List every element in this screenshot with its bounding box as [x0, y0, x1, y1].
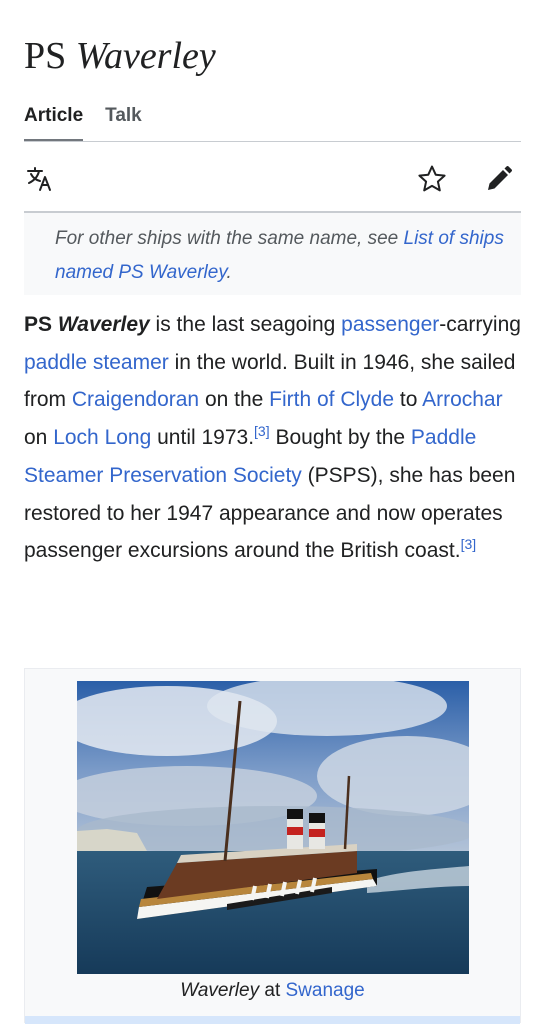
lead-text: -carrying [439, 313, 521, 336]
figure-caption: Waverley at Swanage [25, 973, 520, 1009]
page-actions-toolbar [24, 154, 521, 202]
link-craigendoran[interactable]: Craigendoran [72, 388, 199, 411]
caption-italic: Waverley [180, 980, 260, 1001]
hatnote-end: . [226, 262, 232, 283]
title-prefix: PS [24, 35, 67, 77]
lead-text: Bought by the [269, 426, 411, 450]
lead-text: is the last seagoing [149, 313, 342, 336]
link-paddle-steamer[interactable]: paddle steamer [24, 351, 169, 374]
translate-icon [26, 166, 56, 192]
lead-text: on the [199, 388, 270, 412]
lead-paragraph: PS Waverley is the last seagoing passeng… [24, 306, 521, 570]
lead-subject-prefix: PS [24, 313, 58, 336]
thumbnail-figure: Waverley at Swanage [24, 668, 521, 1024]
lead-text: until 1973. [151, 426, 255, 450]
tab-article[interactable]: Article [24, 104, 84, 142]
link-passenger[interactable]: passenger [341, 313, 439, 336]
lead-text: to [394, 388, 423, 412]
hatnote-text: For other ships with the same name, see [55, 228, 404, 249]
caption-text: at [259, 980, 286, 1001]
star-icon [417, 164, 447, 194]
lead-subject-name: Waverley [57, 313, 150, 336]
link-arrochar[interactable]: Arrochar [422, 388, 503, 411]
page-title: PS Waverley [24, 30, 216, 82]
reference-link[interactable]: [3] [461, 536, 477, 552]
hatnote: For other ships with the same name, see … [24, 213, 521, 295]
title-italic: Waverley [75, 35, 216, 77]
language-button[interactable] [24, 162, 58, 196]
link-firth-of-clyde[interactable]: Firth of Clyde [269, 388, 394, 411]
link-swanage[interactable]: Swanage [286, 980, 365, 1001]
tabs-divider [24, 141, 521, 142]
namespace-tabs: Article Talk [24, 104, 164, 142]
ship-photo[interactable] [77, 681, 469, 974]
lead-subject: PS Waverley [24, 313, 150, 336]
tab-talk[interactable]: Talk [105, 104, 142, 142]
pencil-icon [485, 165, 513, 193]
edit-button[interactable] [482, 162, 516, 196]
reference-link[interactable]: [3] [254, 423, 270, 439]
watch-button[interactable] [415, 162, 449, 196]
lead-text: on [24, 426, 54, 450]
article-page: PS Waverley Article Talk For other ships… [0, 0, 544, 1024]
ship-photo-illustration [77, 681, 469, 974]
link-loch-long[interactable]: Loch Long [53, 426, 151, 449]
